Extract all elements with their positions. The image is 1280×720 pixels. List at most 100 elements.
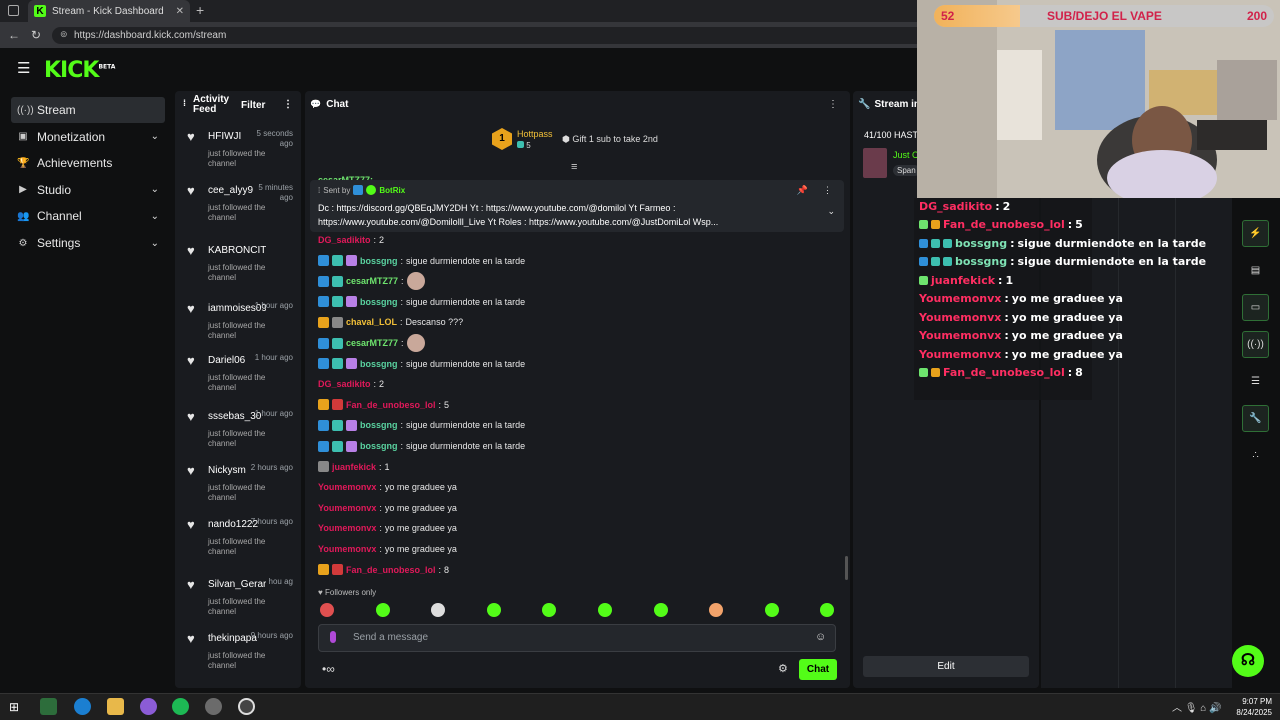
sidebar-item-monetization[interactable]: ▣ Monetization ⌄ xyxy=(11,124,165,150)
new-tab-icon[interactable]: + xyxy=(196,2,204,18)
chat-message-text: yo me graduee ya xyxy=(384,544,457,554)
close-tab-icon[interactable]: ✕ xyxy=(176,6,184,17)
chat-separator: : xyxy=(400,441,404,451)
chevron-down-icon[interactable]: ⌄ xyxy=(151,238,159,249)
points-icon[interactable]: •∞ xyxy=(322,662,335,676)
emote-icon[interactable] xyxy=(320,603,334,617)
chat-username[interactable]: Fan_de_unobeso_lol xyxy=(346,565,436,575)
feed-item[interactable]: ♥ cee_alyy9 5 minutes ago just followed the… xyxy=(175,183,301,235)
list-icon[interactable]: ☰ xyxy=(1242,368,1269,395)
pin-icon[interactable]: 📌 xyxy=(797,185,808,196)
app-icon[interactable] xyxy=(205,698,222,715)
chat-filter-icon[interactable]: ≡ xyxy=(571,161,577,173)
menu-icon[interactable]: ☰ xyxy=(17,61,30,76)
feed-item[interactable]: ♥ Nickysm 2 hours ago just followed the cha… xyxy=(175,463,301,515)
overlay-separator: : xyxy=(1004,292,1009,305)
chat-settings-icon[interactable]: ⚙ xyxy=(778,662,788,675)
chat-username[interactable]: Youmemonvx xyxy=(318,503,376,513)
chat-username[interactable]: Youmemonvx xyxy=(318,523,376,533)
feed-username[interactable]: KABRONCITY12 xyxy=(208,245,266,256)
emote-icon[interactable] xyxy=(598,603,612,617)
tools-icon[interactable]: 🔧 xyxy=(1242,405,1269,432)
chat-toggle-icon[interactable]: ▭ xyxy=(1242,294,1269,321)
feed-time: 2 hours ago xyxy=(250,463,293,472)
file-explorer-icon[interactable] xyxy=(107,698,124,715)
reload-icon[interactable]: ↻ xyxy=(31,28,41,42)
chat-username[interactable]: Youmemonvx xyxy=(318,482,376,492)
edit-stream-info-button[interactable]: Edit xyxy=(863,656,1029,677)
lightning-icon[interactable]: ⚡ xyxy=(1242,220,1269,247)
emoji-icon[interactable]: ☺ xyxy=(815,631,826,643)
chat-username[interactable]: DG_sadikito xyxy=(318,379,371,389)
broadcast-toggle-icon[interactable]: ((·)) xyxy=(1242,331,1269,358)
windows-start-icon[interactable]: ⊞ xyxy=(9,700,19,714)
feed-filter-button[interactable]: Filter xyxy=(241,100,265,111)
logo-beta-badge: BETA xyxy=(98,63,116,71)
chat-username[interactable]: Youmemonvx xyxy=(318,544,376,554)
feed-time: 5 seconds ago xyxy=(256,129,293,148)
sidebar-item-studio[interactable]: ▶ Studio ⌄ xyxy=(11,177,165,203)
pinned-sender-name[interactable]: BotRix xyxy=(379,186,405,195)
chat-options-icon[interactable]: ⋮ xyxy=(828,99,838,110)
spotify-icon[interactable] xyxy=(172,698,189,715)
system-tray-icons[interactable]: ︿ 🎙 ⌂ 🔊 xyxy=(1172,699,1222,714)
category-thumbnail[interactable] xyxy=(863,148,887,178)
chat-message: Youmemonvx: yo me graduee ya xyxy=(318,480,457,494)
feed-item[interactable]: ♥ KABRONCITY12 just followed the channel xyxy=(175,243,301,295)
tab-actions-icon[interactable] xyxy=(8,5,19,16)
chat-username[interactable]: cesarMTZ77 xyxy=(346,276,398,286)
chat-username[interactable]: Fan_de_unobeso_lol xyxy=(346,400,436,410)
message-input[interactable]: Send a message xyxy=(318,624,836,652)
chevron-down-icon[interactable]: ⌄ xyxy=(151,131,159,142)
sidebar-item-stream[interactable]: ((·)) Stream xyxy=(11,97,165,123)
feed-options-icon[interactable]: ⋮ xyxy=(283,99,293,110)
feed-item[interactable]: ♥Silvan_Gerardohou agjust followed the c… xyxy=(175,577,301,629)
feed-item[interactable]: ♥ nando1222 7 hours ago just followed the c… xyxy=(175,517,301,569)
heart-icon: ♥ xyxy=(187,409,195,424)
help-button[interactable]: ☊ xyxy=(1232,645,1264,677)
chat-username[interactable]: bossgng xyxy=(360,256,398,266)
chat-username[interactable]: DG_sadikito xyxy=(318,235,371,245)
chat-app-icon[interactable] xyxy=(140,698,157,715)
drag-handle-icon[interactable]: ⁞ xyxy=(183,98,186,108)
back-icon[interactable]: ← xyxy=(8,28,20,42)
chat-username[interactable]: chaval_LOL xyxy=(346,317,397,327)
chat-username[interactable]: juanfekick xyxy=(332,462,376,472)
browser-tab[interactable]: K Stream - Kick Dashboard ✕ xyxy=(28,0,190,22)
sidebar-item-achievements[interactable]: 🏆 Achievements xyxy=(11,150,165,176)
chat-username[interactable]: bossgng xyxy=(360,297,398,307)
url-input[interactable]: https://dashboard.kick.com/stream xyxy=(52,27,932,44)
emote-icon[interactable] xyxy=(764,603,779,617)
kick-logo[interactable]: KICKBETA xyxy=(44,58,115,83)
pinned-options-icon[interactable]: ⋮ xyxy=(823,185,832,196)
chat-username[interactable]: bossgng xyxy=(360,359,398,369)
chat-username[interactable]: bossgng xyxy=(360,441,398,451)
emote-icon[interactable] xyxy=(486,603,501,617)
expand-pinned-icon[interactable]: ⌄ xyxy=(827,206,835,217)
feed-item[interactable]: ♥ Dariel06 1 hour ago just followed the cha… xyxy=(175,353,301,405)
sidebar-item-channel[interactable]: 👥 Channel ⌄ xyxy=(11,203,165,229)
terminal-icon[interactable] xyxy=(40,698,57,715)
more-dots-icon[interactable]: ∴ xyxy=(1242,442,1269,469)
chat-username[interactable]: bossgng xyxy=(360,420,398,430)
feed-item[interactable]: ♥ sssebas_30 1 hour ago just followed the c… xyxy=(175,409,301,461)
edge-icon[interactable] xyxy=(74,698,91,715)
document-icon[interactable]: ▤ xyxy=(1242,257,1269,284)
emote-icon[interactable] xyxy=(375,603,390,617)
feed-item[interactable]: ♥ iammoises09 1 hour ago just followed the … xyxy=(175,301,301,353)
chevron-down-icon[interactable]: ⌄ xyxy=(151,184,159,195)
emote-icon[interactable] xyxy=(653,603,668,617)
gift-sub-button[interactable]: ⬢ Gift 1 sub to take 2nd xyxy=(562,134,658,145)
taskbar-clock[interactable]: 9:07 PM 8/24/2025 xyxy=(1236,696,1272,718)
chat-scrollbar[interactable] xyxy=(845,556,848,580)
chat-username[interactable]: cesarMTZ77 xyxy=(346,338,398,348)
microphone-icon[interactable] xyxy=(330,631,336,643)
site-info-icon[interactable]: ⊚ xyxy=(60,29,68,40)
feed-item[interactable]: ♥ HFIWJI 5 seconds ago just followed the ch… xyxy=(175,129,301,181)
feed-item[interactable]: ♥ thekinpapa 9 hours ago just followed the … xyxy=(175,631,301,683)
send-chat-button[interactable]: Chat xyxy=(799,659,837,680)
sidebar-item-settings[interactable]: ⚙ Settings ⌄ xyxy=(11,230,165,256)
category-name[interactable]: Just C xyxy=(893,150,919,160)
chevron-down-icon[interactable]: ⌄ xyxy=(151,211,159,222)
obs-icon[interactable] xyxy=(238,698,255,715)
